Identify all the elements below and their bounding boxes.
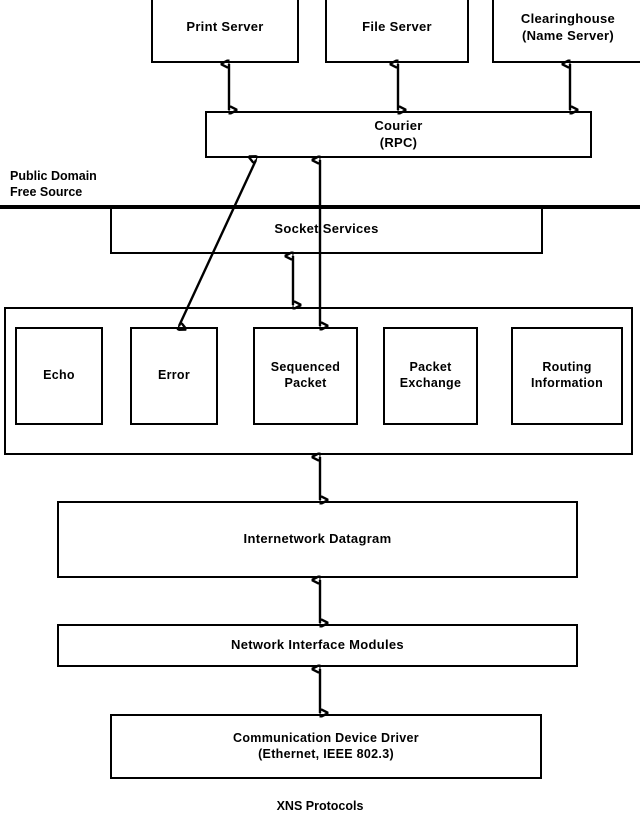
box-communication-device-driver-label: Communication Device Driver (Ethernet, I… (233, 730, 419, 761)
box-file-server-label: File Server (362, 19, 432, 35)
box-courier-rpc-label: Courier (RPC) (374, 118, 423, 150)
box-communication-device-driver: Communication Device Driver (Ethernet, I… (110, 714, 542, 779)
xns-protocol-stack-diagram: Print Server File Server Clearinghouse (… (0, 0, 640, 820)
box-print-server: Print Server (151, 0, 299, 63)
box-sequenced-packet: Sequenced Packet (253, 327, 358, 425)
box-print-server-label: Print Server (186, 19, 264, 35)
box-routing-information-label: Routing Information (530, 360, 604, 390)
box-packet-exchange-label: Packet Exchange (399, 360, 462, 390)
box-echo-label: Echo (43, 368, 75, 383)
box-sequenced-packet-label: Sequenced Packet (270, 360, 341, 390)
diagram-caption: XNS Protocols (276, 799, 364, 813)
box-routing-information: Routing Information (511, 327, 623, 425)
box-internetwork-datagram-label: Internetwork Datagram (243, 531, 392, 547)
box-network-interface-modules-label: Network Interface Modules (231, 637, 404, 653)
box-file-server: File Server (325, 0, 469, 63)
box-clearinghouse: Clearinghouse (Name Server) (492, 0, 640, 63)
public-domain-free-source-note: Public Domain Free Source (10, 169, 97, 199)
box-clearinghouse-label: Clearinghouse (Name Server) (520, 11, 616, 43)
box-packet-exchange: Packet Exchange (383, 327, 478, 425)
box-socket-services-label: Socket Services (274, 221, 379, 237)
box-socket-services: Socket Services (110, 207, 543, 254)
box-error-label: Error (157, 368, 191, 383)
box-error: Error (130, 327, 218, 425)
box-courier-rpc: Courier (RPC) (205, 111, 592, 158)
box-echo: Echo (15, 327, 103, 425)
box-network-interface-modules: Network Interface Modules (57, 624, 578, 667)
public-domain-divider-rule (0, 205, 640, 209)
box-internetwork-datagram: Internetwork Datagram (57, 501, 578, 578)
